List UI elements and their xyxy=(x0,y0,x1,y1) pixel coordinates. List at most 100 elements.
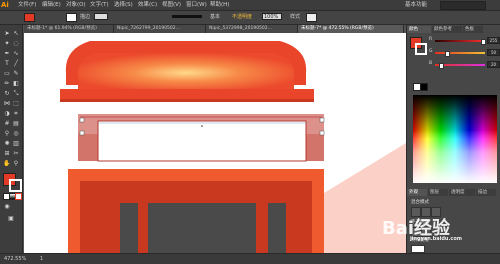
stroke-weight-field[interactable] xyxy=(94,13,108,20)
tab-document-3[interactable]: Nipic_5372998_20190502... xyxy=(206,25,298,33)
stroke-swatch[interactable] xyxy=(66,13,77,22)
tab-document-1[interactable]: 未标题-1* @ 61.94% (RGB/预览) xyxy=(24,25,114,33)
page-number[interactable]: 1 xyxy=(40,256,43,262)
shape-builder-tool-icon[interactable]: ◑ xyxy=(3,110,11,118)
slider-value-b[interactable]: 20 xyxy=(487,61,500,68)
sign-frame-top xyxy=(80,116,322,118)
panel-stroke-swatch[interactable] xyxy=(415,43,427,55)
gradient-tool-icon[interactable]: ▤ xyxy=(12,120,20,128)
direct-selection-tool-icon[interactable]: ↖ xyxy=(12,30,20,38)
panel-tab-transparency[interactable]: 透明度 xyxy=(449,189,475,196)
style-swatch[interactable] xyxy=(306,13,317,22)
zoom-level[interactable]: 472.55% xyxy=(4,256,26,262)
stroke-profile[interactable] xyxy=(172,15,202,18)
eraser-tool-icon[interactable]: ◧ xyxy=(12,80,20,88)
menu-object[interactable]: 对象(O) xyxy=(66,1,86,9)
eyedropper-tool-icon[interactable]: ⚲ xyxy=(3,130,11,138)
lasso-tool-icon[interactable]: ◌ xyxy=(12,40,20,48)
stroke-style-label[interactable]: 基本 xyxy=(210,14,220,21)
anchor-point-tl xyxy=(79,117,85,123)
perspective-grid-tool-icon[interactable]: ⌗ xyxy=(12,110,20,118)
sign-panel xyxy=(97,120,307,162)
free-transform-tool-icon[interactable]: ⬚ xyxy=(12,100,20,108)
search-input[interactable] xyxy=(440,1,486,10)
rectangle-tool-icon[interactable]: ▭ xyxy=(3,70,11,78)
hand-tool-icon[interactable]: ✋ xyxy=(3,160,11,168)
color-spectrum[interactable] xyxy=(413,95,497,183)
anchor-point-tr xyxy=(319,117,325,123)
menu-help[interactable]: 帮助(H) xyxy=(210,1,229,9)
slider-knob-r[interactable] xyxy=(480,39,486,45)
none-mode-icon[interactable] xyxy=(15,193,22,200)
anchor-point-ml xyxy=(79,130,85,136)
type-tool-icon[interactable]: T xyxy=(3,60,11,68)
menu-type[interactable]: 文字(T) xyxy=(90,1,109,9)
artboard-tool-icon[interactable]: ⊞ xyxy=(3,150,11,158)
anchor-point-mr xyxy=(319,130,325,136)
center-point xyxy=(201,125,203,127)
tab-document-2[interactable]: Nipic_7262799_20190502... xyxy=(114,25,206,33)
opacity-label[interactable]: 不透明度 xyxy=(232,14,252,21)
slider-knob-g[interactable] xyxy=(444,51,450,57)
paintbrush-tool-icon[interactable]: ✎ xyxy=(12,70,20,78)
magic-wand-tool-icon[interactable]: ✦ xyxy=(3,40,11,48)
stroke-color-icon[interactable] xyxy=(9,179,22,192)
black-swatch[interactable] xyxy=(420,83,428,91)
menu-file[interactable]: 文件(F) xyxy=(18,1,36,9)
menu-window[interactable]: 窗口(W) xyxy=(186,1,207,9)
slider-track-r[interactable] xyxy=(435,40,485,42)
tools-panel: ➤ ↖ ✦ ◌ ✒ ∿ T ╱ ▭ ✎ ✏ ◧ ↻ ⤡ ⋈ ⬚ ◑ ⌗ # ▤ … xyxy=(0,25,23,253)
pencil-tool-icon[interactable]: ✏ xyxy=(3,80,11,88)
panel-tab-layers[interactable]: 图层 xyxy=(428,189,448,196)
sign-side-left xyxy=(78,134,98,161)
booth-window-left xyxy=(120,203,138,253)
mesh-tool-icon[interactable]: # xyxy=(3,120,11,128)
panel-tab-appearance[interactable]: 外观 xyxy=(407,189,427,196)
panel-tab-color-guide[interactable]: 颜色参考 xyxy=(432,26,462,33)
blend-mode-label: 混合模式 xyxy=(411,200,429,205)
fill-swatch[interactable] xyxy=(24,13,35,22)
pen-tool-icon[interactable]: ✒ xyxy=(3,50,11,58)
zoom-tool-icon[interactable]: ⚲ xyxy=(12,160,20,168)
slice-tool-icon[interactable]: ✂ xyxy=(12,150,20,158)
panel-tab-swatches[interactable]: 色板 xyxy=(463,26,483,33)
status-bar: 472.55% 1 xyxy=(0,253,500,264)
symbol-sprayer-tool-icon[interactable]: ✺ xyxy=(3,140,11,148)
workspace-switcher[interactable]: 基本功能 xyxy=(405,1,427,9)
menu-bar: Ai 文件(F) 编辑(E) 对象(O) 文字(T) 选择(S) 效果(C) 视… xyxy=(0,0,500,11)
booth-window-right xyxy=(268,203,286,253)
booth-window-center xyxy=(148,203,256,253)
menu-effect[interactable]: 效果(C) xyxy=(138,1,157,9)
panel-tab-stroke[interactable]: 描边 xyxy=(476,189,496,196)
width-tool-icon[interactable]: ⋈ xyxy=(3,100,11,108)
slider-label-b: B xyxy=(429,61,433,66)
booth-dome-band-shadow xyxy=(60,99,314,102)
tab-document-active[interactable]: 未标题-7* @ 472.55% (RGB/预览) xyxy=(298,25,404,33)
slider-track-g[interactable] xyxy=(435,52,485,54)
panel-thumbnail[interactable] xyxy=(411,245,425,253)
slider-label-r: R xyxy=(429,37,433,42)
screen-mode-icon[interactable]: ▣ xyxy=(7,215,15,223)
watermark-url: jingyan.baidu.com xyxy=(410,236,462,242)
menu-select[interactable]: 选择(S) xyxy=(114,1,133,9)
menu-edit[interactable]: 编辑(E) xyxy=(42,1,61,9)
selection-tool-icon[interactable]: ➤ xyxy=(3,30,11,38)
blend-tool-icon[interactable]: ◎ xyxy=(12,130,20,138)
column-graph-tool-icon[interactable]: ▥ xyxy=(12,140,20,148)
app-logo: Ai xyxy=(1,1,9,9)
artboard-canvas[interactable] xyxy=(24,33,406,253)
curvature-tool-icon[interactable]: ∿ xyxy=(12,50,20,58)
slider-value-g[interactable]: 50 xyxy=(487,49,500,56)
rotate-tool-icon[interactable]: ↻ xyxy=(3,90,11,98)
panel-tab-color[interactable]: 颜色 xyxy=(407,26,431,33)
line-tool-icon[interactable]: ╱ xyxy=(12,60,20,68)
control-bar: 描边 基本 不透明度 100% 样式 xyxy=(0,11,500,25)
draw-normal-icon[interactable]: ◉ xyxy=(3,203,11,211)
sign-side-right xyxy=(306,134,324,161)
scale-tool-icon[interactable]: ⤡ xyxy=(12,90,20,98)
slider-knob-b[interactable] xyxy=(438,63,444,69)
slider-value-r[interactable]: 255 xyxy=(487,37,500,44)
opacity-field[interactable]: 100% xyxy=(262,13,282,20)
menu-view[interactable]: 视图(V) xyxy=(162,1,181,9)
document-tabs: 未标题-1* @ 61.94% (RGB/预览) Nipic_7262799_2… xyxy=(24,25,404,33)
